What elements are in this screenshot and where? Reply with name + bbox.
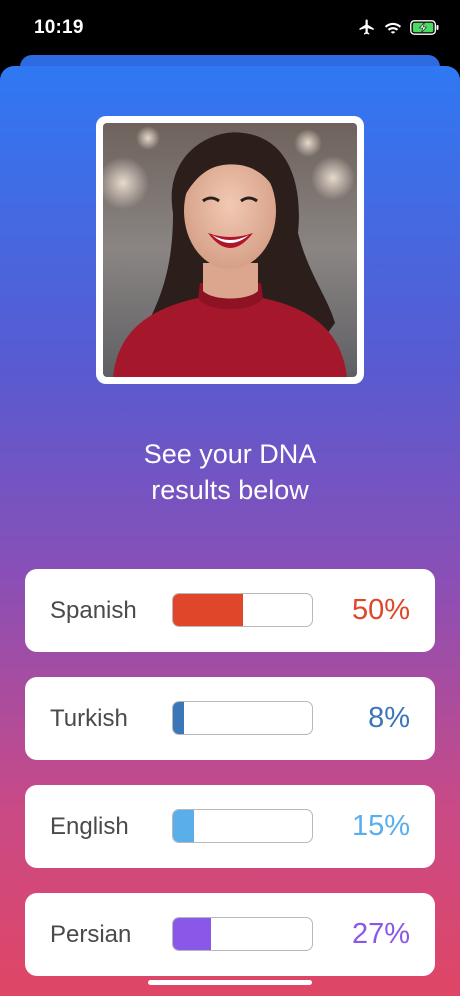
progress-bar: [172, 809, 313, 843]
progress-bar: [172, 701, 313, 735]
result-label: Persian: [50, 921, 132, 948]
result-card-persian: Persian 27%: [25, 893, 435, 976]
profile-photo: [103, 123, 357, 377]
result-card-turkish: Turkish 8%: [25, 677, 435, 760]
headline: See your DNA results below: [0, 436, 460, 508]
status-time: 10:19: [34, 17, 84, 38]
result-card-spanish: Spanish 50%: [25, 569, 435, 652]
result-card-english: English 15%: [25, 785, 435, 868]
wifi-icon: [384, 20, 402, 34]
result-percent: 8%: [368, 702, 410, 734]
profile-photo-frame: [96, 116, 364, 384]
result-percent: 15%: [351, 810, 410, 842]
progress-bar-fill: [173, 918, 211, 950]
screen: 10:19 See your DNA results below Spanish…: [0, 0, 460, 996]
result-percent: 27%: [351, 918, 410, 950]
progress-bar: [172, 593, 313, 627]
result-label: Spanish: [50, 597, 137, 624]
result-percent: 50%: [351, 594, 410, 626]
airplane-icon: [358, 18, 376, 36]
home-indicator[interactable]: [148, 980, 312, 985]
status-bar: 10:19: [0, 0, 460, 56]
progress-bar-fill: [173, 594, 243, 626]
dna-results-sheet: See your DNA results below Spanish 50% T…: [0, 66, 460, 996]
headline-line-1: See your DNA: [143, 439, 317, 469]
result-label: Turkish: [50, 705, 128, 732]
result-label: English: [50, 813, 129, 840]
progress-bar-fill: [173, 702, 185, 734]
status-icons: [358, 18, 440, 36]
progress-bar-fill: [173, 810, 194, 842]
progress-bar: [172, 917, 313, 951]
battery-charging-icon: [410, 19, 440, 35]
headline-line-2: results below: [151, 475, 309, 505]
